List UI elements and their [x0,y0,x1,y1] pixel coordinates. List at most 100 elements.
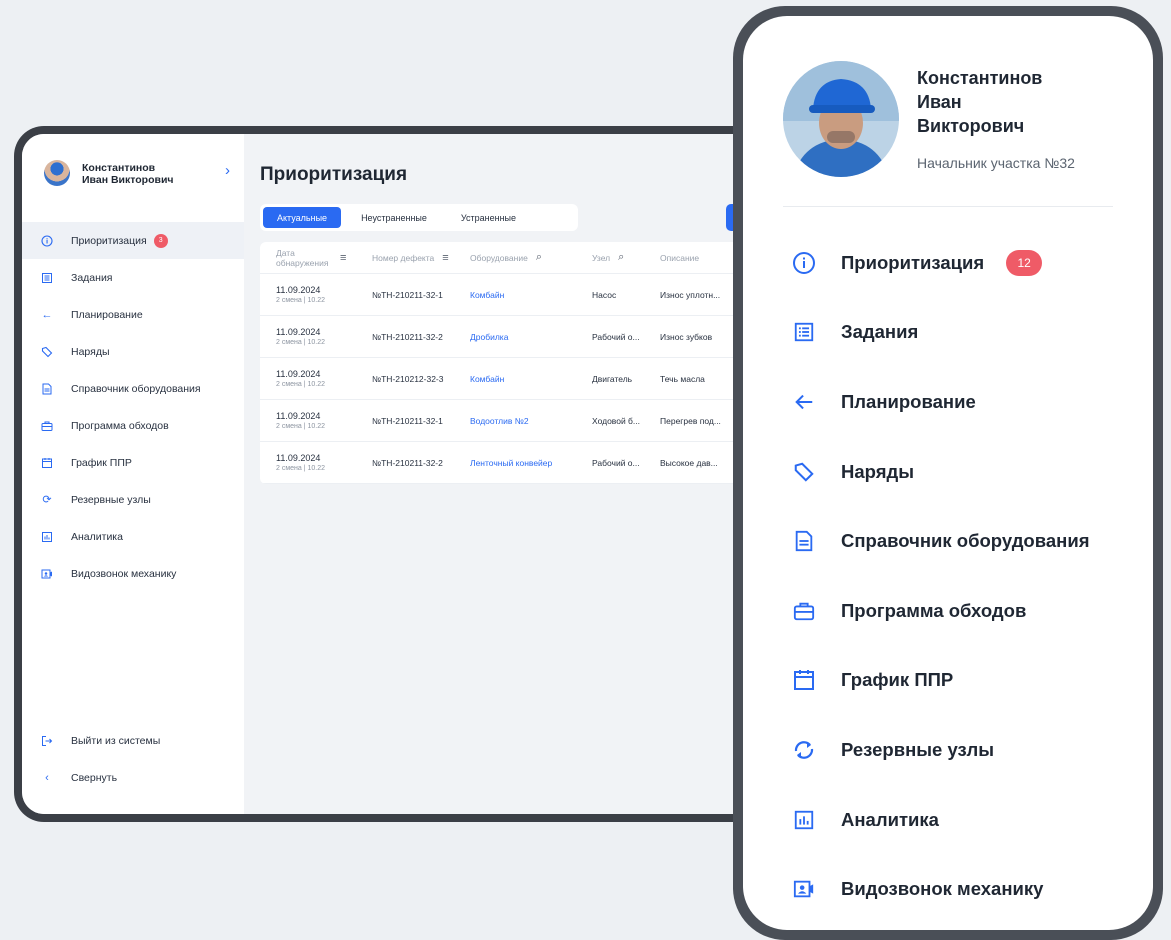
notification-badge: 12 [1006,249,1043,276]
nav-item-label: Резервные узлы [841,738,995,760]
cell-number: №TH-210211-32-1 [372,415,443,426]
video-call-icon [40,567,54,581]
tag-icon [791,459,817,485]
analytics-icon [40,530,54,544]
shift-value: 2 смена | 10.22 [276,465,326,472]
task-list-icon [791,319,817,345]
nav-item-ppr-schedule[interactable]: График ППР [743,646,1153,716]
sidebar-item-spare-nodes[interactable]: ⟳ Резервные узлы [22,481,244,518]
sidebar-nav: Приоритизация 3 Задания ← Планирование Н… [22,222,244,592]
sidebar-item-label: Программа обходов [71,419,169,432]
main-content: Приоритизация Актуальные Неустраненные У… [244,134,766,814]
filter-icon[interactable]: ≡ [442,252,448,264]
table-row[interactable]: 11.09.2024 2 смена | 10.22 №TH-210211-32-… [260,316,766,358]
cell-date: 11.09.2024 2 смена | 10.22 [260,369,360,388]
phone-mockup: Константинов Иван Викторович Начальник у… [733,6,1163,940]
sync-icon: ⟳ [42,494,52,506]
table-row[interactable]: 11.09.2024 2 смена | 10.22 №TH-210211-32-… [260,400,766,442]
nav-item-label: Программа обходов [841,599,1027,621]
avatar [44,160,70,186]
sidebar-item-label: Аналитика [71,530,123,543]
sidebar-item-ppr-schedule[interactable]: График ППР [22,444,244,481]
user-patronymic: Викторович [917,116,1025,136]
table-row[interactable]: 11.09.2024 2 смена | 10.22 №TH-210211-32-… [260,442,766,484]
nav-item-prioritization[interactable]: Приоритизация 12 [743,228,1153,298]
nav-item-label: Приоритизация [841,251,985,273]
tab-unresolved[interactable]: Неустраненные [347,207,441,228]
date-value: 11.09.2024 [276,327,321,337]
sidebar-item-analytics[interactable]: Аналитика [22,518,244,555]
equipment-link[interactable]: Дробилка [466,332,584,342]
cell-node: Насос [592,289,617,300]
avatar [783,61,899,177]
header-label: Узел [592,252,611,263]
nav-item-equipment-directory[interactable]: Справочник оборудования [743,506,1153,576]
cell-description: Течь масла [660,373,705,384]
page-title: Приоритизация [260,164,408,185]
shift-value: 2 смена | 10.22 [276,381,326,388]
nav-item-video-call[interactable]: Видозвонок механику [743,854,1153,924]
tablet-mockup: Константинов Иван Викторович › Приоритиз… [14,126,774,822]
sidebar-item-label: График ППР [71,456,132,469]
header-description[interactable]: Описание [656,253,736,263]
calendar-icon [40,456,54,470]
defects-table: Дата обнаружения ≡ Номер дефекта ≡ Оборудо… [260,242,766,484]
cell-node: Двигатель [592,373,633,384]
calendar-icon [791,667,817,693]
info-icon [40,234,54,248]
cell-number: №TH-210211-32-1 [372,289,443,300]
sidebar-item-label: Приоритизация [71,234,147,247]
video-call-icon [791,876,817,902]
sync-icon [791,737,817,763]
cell-number: №TH-210212-32-3 [372,373,444,384]
equipment-link[interactable]: Комбайн [466,374,584,384]
nav-item-tasks[interactable]: Задания [743,298,1153,368]
shift-value: 2 смена | 10.22 [276,339,326,346]
sidebar-item-video-call[interactable]: Видозвонок механику [22,555,244,592]
user-profile[interactable]: Константинов Иван Викторович › [34,156,234,196]
search-icon[interactable]: ⌕ [536,251,542,264]
sidebar-item-prioritization[interactable]: Приоритизация 3 [22,222,244,259]
sidebar-item-rounds[interactable]: Программа обходов [22,407,244,444]
equipment-link[interactable]: Ленточный конвейер [466,458,584,468]
cell-description: Перегрев под... [660,415,721,426]
search-icon[interactable]: ⌕ [618,251,624,264]
nav-item-planning[interactable]: Планирование [743,367,1153,437]
header-number[interactable]: Номер дефекта ≡ [360,252,466,264]
header-date[interactable]: Дата обнаружения ≡ [260,248,360,268]
header-node[interactable]: Узел ⌕ [584,251,656,264]
nav-item-orders[interactable]: Наряды [743,437,1153,507]
logout-button[interactable]: Выйти из системы [22,722,244,759]
analytics-icon [791,807,817,833]
filter-icon[interactable]: ≡ [340,252,346,264]
nav-item-analytics[interactable]: Аналитика [743,785,1153,855]
task-list-icon [40,271,54,285]
tab-current[interactable]: Актуальные [263,207,342,228]
user-role: Начальник участка №32 [917,155,1075,171]
table-row[interactable]: 11.09.2024 2 смена | 10.22 №TH-210212-32-… [260,358,766,400]
nav-item-label: Задания [841,321,919,343]
header-label: Оборудование [470,252,528,263]
nav-item-label: Аналитика [841,808,939,830]
nav-item-spare-nodes[interactable]: Резервные узлы [743,715,1153,785]
sidebar-item-planning[interactable]: ← Планирование [22,296,244,333]
sidebar-item-orders[interactable]: Наряды [22,333,244,370]
header-label: Номер дефекта [372,252,435,263]
table-row[interactable]: 11.09.2024 2 смена | 10.22 №TH-210211-32-… [260,274,766,316]
cell-node: Рабочий о... [592,331,640,342]
shift-value: 2 смена | 10.22 [276,297,326,304]
sidebar-item-equipment-directory[interactable]: Справочник оборудования [22,370,244,407]
collapse-button[interactable]: ‹ Свернуть [22,759,244,796]
cell-description: Износ уплотн... [660,289,721,300]
equipment-link[interactable]: Водоотлив №2 [466,416,584,426]
tab-resolved[interactable]: Устраненные [447,207,530,228]
cell-node: Ходовой б... [592,415,641,426]
nav-item-rounds[interactable]: Программа обходов [743,576,1153,646]
header-equipment[interactable]: Оборудование ⌕ [466,251,584,264]
sidebar-item-tasks[interactable]: Задания [22,259,244,296]
sidebar-item-label: Наряды [71,345,110,358]
equipment-link[interactable]: Комбайн [466,290,584,300]
sidebar-item-label: Резервные узлы [71,493,151,506]
chevron-right-icon[interactable]: › [225,162,230,179]
date-value: 11.09.2024 [276,369,321,379]
